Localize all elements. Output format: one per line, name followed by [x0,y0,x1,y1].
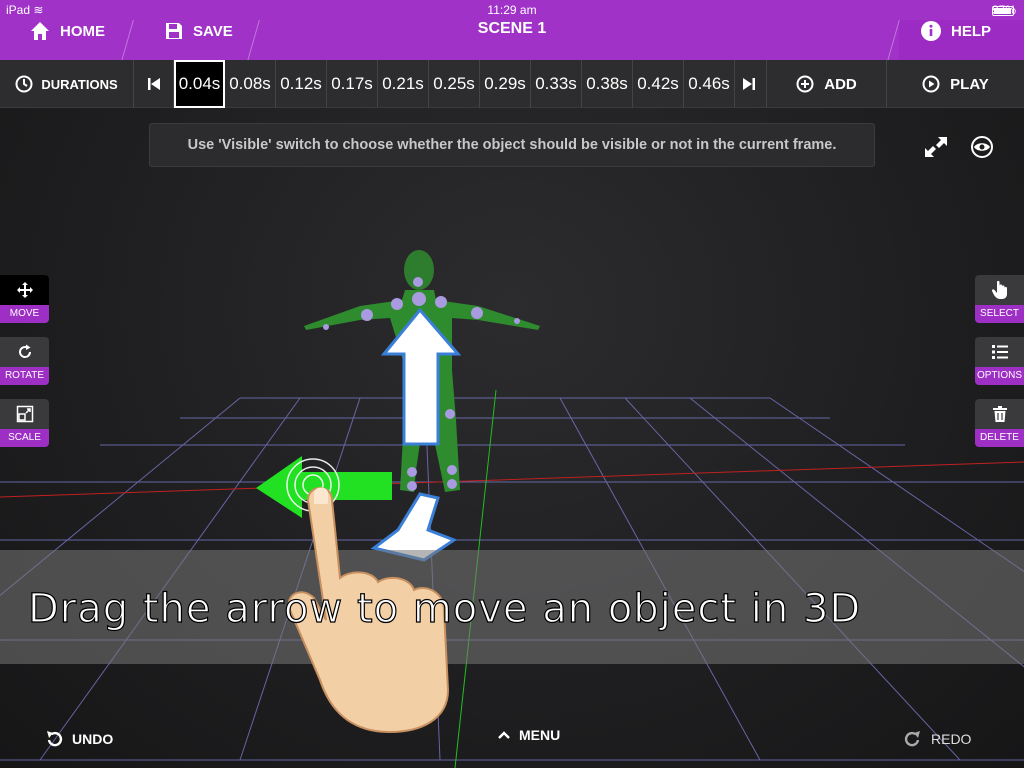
battery-status: 97% [991,3,1016,17]
status-bar: iPad ≋ 11:29 am 97% [0,0,1024,20]
visibility-button[interactable] [968,134,996,160]
move-tool-label: MOVE [0,305,49,323]
undo-icon [47,731,63,747]
skip-back-icon [147,78,160,90]
chevron-up-icon [498,731,510,739]
add-frame-button[interactable]: ADD [767,60,887,108]
frame-0.29s[interactable]: 0.29s [480,60,531,108]
play-button[interactable]: PLAY [887,60,1024,108]
frame-0.38s[interactable]: 0.38s [582,60,633,108]
undo-label: UNDO [72,731,114,747]
rotate-icon [18,344,31,358]
menu-label: MENU [519,727,561,743]
clock: 11:29 am [487,3,537,17]
select-tool-label: SELECT [975,305,1024,323]
redo-button[interactable]: REDO [903,726,971,752]
redo-icon [904,731,920,747]
help-button[interactable]: HELP [921,18,991,44]
last-frame-button[interactable] [731,60,767,108]
add-label: ADD [824,75,857,93]
scene-title: SCENE 1 [477,20,547,37]
delete-tool-label: DELETE [975,429,1024,447]
first-frame-button[interactable] [134,60,174,108]
expand-icon [925,137,947,157]
fullscreen-button[interactable] [922,134,950,160]
list-icon [991,345,1008,359]
play-icon [922,75,940,93]
options-tool-button[interactable]: OPTIONS [975,337,1024,385]
tutorial-text: Drag the arrow to move an object in 3D [27,585,862,632]
timeline-bar: DURATIONS 0.04s 0.08s 0.12s 0.17s 0.21s … [0,60,1024,108]
battery-icon [991,6,1014,16]
plus-circle-icon [796,75,814,93]
options-tool-label: OPTIONS [975,367,1024,385]
frame-0.08s[interactable]: 0.08s [225,60,276,108]
help-label: HELP [951,22,992,40]
frame-0.33s[interactable]: 0.33s [531,60,582,108]
frame-0.21s[interactable]: 0.21s [378,60,429,108]
eye-icon [971,136,993,158]
durations-button[interactable]: DURATIONS [0,60,134,108]
hand-icon [991,280,1007,299]
frame-list: 0.04s 0.08s 0.12s 0.17s 0.21s 0.25s 0.29… [174,60,735,108]
frame-0.04s[interactable]: 0.04s [174,60,225,108]
frame-0.46s[interactable]: 0.46s [684,60,735,108]
clock-icon [15,75,33,93]
frame-0.25s[interactable]: 0.25s [429,60,480,108]
frame-0.42s[interactable]: 0.42s [633,60,684,108]
scale-tool-button[interactable]: SCALE [0,399,49,447]
redo-label: REDO [931,731,972,747]
undo-button[interactable]: UNDO [44,726,113,752]
scale-tool-label: SCALE [0,429,49,447]
durations-label: DURATIONS [41,76,118,92]
info-icon [921,21,941,41]
scale-icon [16,405,33,423]
select-tool-button[interactable]: SELECT [975,275,1024,323]
move-icon [16,282,33,298]
x-axis-line [0,461,1024,498]
3d-viewport[interactable] [0,108,1024,768]
skip-forward-icon [742,78,755,90]
frame-0.12s[interactable]: 0.12s [276,60,327,108]
menu-button[interactable]: MENU [497,722,560,748]
move-tool-button[interactable]: MOVE [0,275,49,323]
rotate-tool-label: ROTATE [0,367,49,385]
frame-0.17s[interactable]: 0.17s [327,60,378,108]
hint-message: Use 'Visible' switch to choose whether t… [149,123,875,167]
play-label: PLAY [950,75,989,93]
trash-icon [992,406,1007,422]
delete-tool-button[interactable]: DELETE [975,399,1024,447]
rotate-tool-button[interactable]: ROTATE [0,337,49,385]
